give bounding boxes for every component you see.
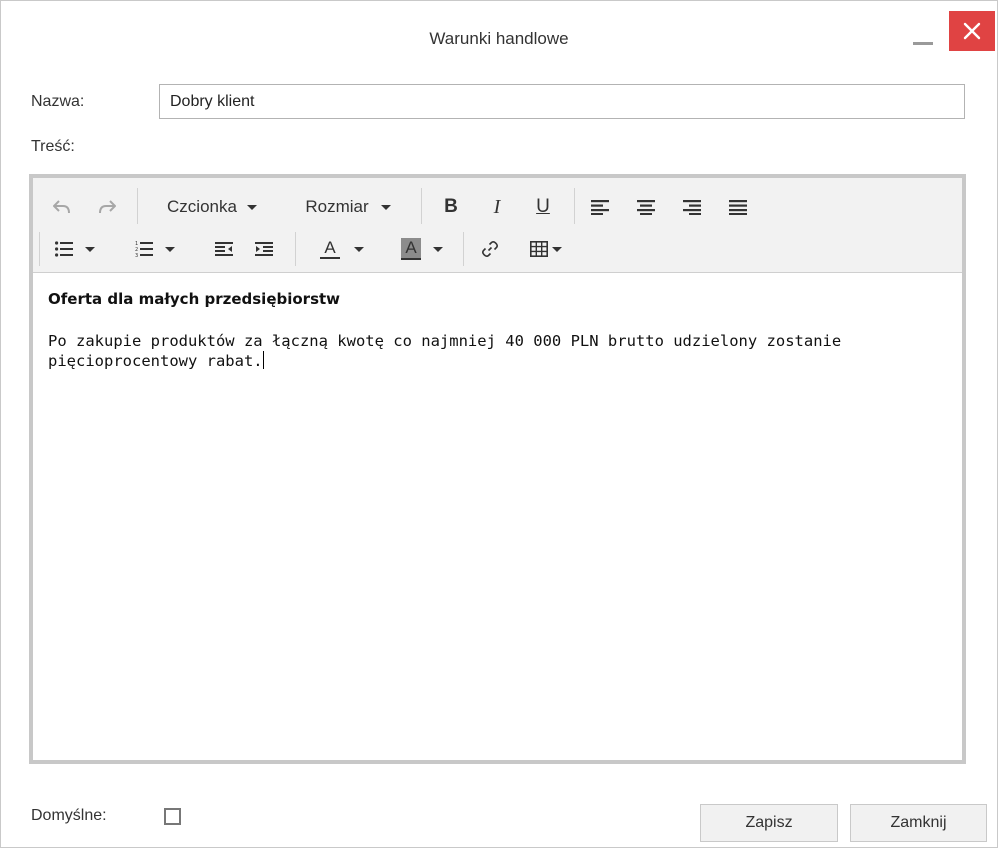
outdent-icon [215, 242, 233, 256]
chevron-down-icon [353, 246, 364, 252]
link-icon [482, 241, 498, 257]
underline-button[interactable]: U [528, 192, 558, 222]
title-bar: Warunki handlowe [1, 1, 997, 73]
background-color-button[interactable]: A [387, 234, 457, 264]
content-label: Treść: [31, 138, 75, 155]
window-title: Warunki handlowe [429, 29, 569, 48]
editor-paragraph: Po zakupie produktów za łączną kwotę co … [48, 331, 947, 371]
dialog-window: Warunki handlowe Nazwa: Treść: [0, 0, 998, 848]
chevron-down-icon [552, 246, 562, 252]
toolbar-separator [295, 232, 296, 266]
outdent-button[interactable] [209, 234, 239, 264]
editor-toolbar: Czcionka Rozmiar B I U 1 2 3 A A [33, 178, 962, 273]
align-right-icon [683, 200, 701, 215]
text-color-icon: A [320, 239, 340, 259]
align-center-icon [637, 200, 655, 215]
toolbar-separator [574, 188, 575, 224]
chevron-down-icon [85, 246, 95, 252]
bold-icon: B [444, 196, 458, 217]
redo-button[interactable] [92, 192, 122, 222]
name-input[interactable] [159, 84, 965, 119]
default-label: Domyślne: [31, 807, 107, 824]
undo-button[interactable] [47, 192, 77, 222]
editor-content-area[interactable]: Oferta dla małych przedsiębiorstw Po zak… [33, 273, 962, 760]
chevron-down-icon [165, 246, 175, 252]
table-button[interactable] [521, 234, 571, 264]
svg-text:3: 3 [135, 253, 138, 258]
rich-text-editor: Czcionka Rozmiar B I U 1 2 3 A A Oferta … [29, 174, 966, 764]
default-checkbox[interactable] [164, 808, 181, 825]
text-color-button[interactable]: A [307, 234, 377, 264]
bullet-list-button[interactable] [45, 234, 105, 264]
numbered-list-icon: 1 2 3 [135, 241, 153, 258]
font-dropdown-label: Czcionka [167, 197, 237, 216]
bullet-list-icon [55, 241, 73, 257]
align-left-button[interactable] [585, 192, 615, 222]
italic-icon: I [493, 195, 501, 218]
chevron-down-icon [380, 204, 391, 210]
toolbar-separator [137, 188, 138, 224]
toolbar-separator [463, 232, 464, 266]
close-icon [963, 22, 981, 40]
link-button[interactable] [475, 234, 505, 264]
align-right-button[interactable] [677, 192, 707, 222]
bold-button[interactable]: B [436, 192, 466, 222]
close-window-button[interactable] [949, 11, 995, 51]
align-left-icon [591, 200, 609, 215]
align-justify-button[interactable] [723, 192, 753, 222]
size-dropdown[interactable]: Rozmiar [287, 192, 409, 222]
editor-heading: Oferta dla małych przedsiębiorstw [48, 290, 341, 308]
align-center-button[interactable] [631, 192, 661, 222]
table-icon [530, 241, 548, 257]
indent-icon [255, 242, 273, 256]
redo-icon [99, 200, 116, 214]
background-color-icon: A [401, 238, 421, 260]
align-justify-icon [729, 200, 747, 215]
chevron-down-icon [246, 204, 257, 210]
text-cursor [262, 351, 264, 369]
undo-icon [53, 200, 70, 214]
close-button[interactable]: Zamknij [850, 804, 987, 842]
size-dropdown-label: Rozmiar [305, 197, 369, 216]
editor-body-text: Po zakupie produktów za łączną kwotę co … [48, 332, 842, 370]
font-dropdown[interactable]: Czcionka [147, 192, 277, 222]
minimize-button[interactable] [908, 19, 938, 49]
chevron-down-icon [432, 246, 443, 252]
indent-button[interactable] [249, 234, 279, 264]
italic-button[interactable]: I [482, 192, 512, 222]
name-label: Nazwa: [31, 93, 85, 110]
toolbar-separator [421, 188, 422, 224]
underline-icon: U [536, 196, 550, 217]
toolbar-separator [39, 232, 40, 266]
numbered-list-button[interactable]: 1 2 3 [125, 234, 185, 264]
save-button[interactable]: Zapisz [700, 804, 838, 842]
